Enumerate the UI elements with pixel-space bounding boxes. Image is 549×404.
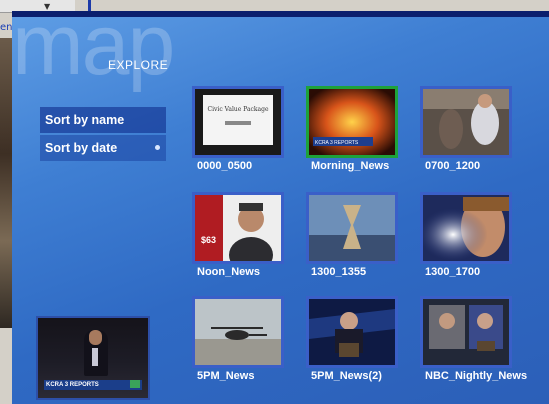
tile-label: NBC_Nightly_News	[425, 370, 528, 382]
tile-0700-1200[interactable]	[420, 86, 512, 158]
sort-by-date-button[interactable]: Sort by date	[40, 135, 166, 161]
thumbnail-president	[309, 299, 395, 365]
sort-by-name-label: Sort by name	[45, 113, 125, 127]
tile-0000-0500[interactable]: Civic Value Package	[192, 86, 284, 158]
preview-video[interactable]: KCRA 3 REPORTS	[36, 316, 150, 400]
background-word: map	[12, 0, 175, 93]
tile-noon-news[interactable]: $63	[192, 192, 284, 264]
tile-label: Morning_News	[311, 160, 390, 172]
channel-logo-icon	[130, 380, 140, 388]
tile-label: 5PM_News(2)	[311, 370, 382, 382]
explore-title: EXPLORE	[108, 58, 169, 72]
selected-dot-icon	[155, 145, 160, 150]
thumbnail-man-portrait: $63	[195, 195, 281, 261]
thumbnail-civic-value: Civic Value Package	[195, 89, 281, 155]
tile-5pm-news-2[interactable]	[306, 296, 398, 368]
tile-label: 0000_0500	[197, 160, 253, 172]
left-link[interactable]: en	[0, 22, 13, 33]
preview-caption: KCRA 3 REPORTS	[44, 380, 142, 390]
tile-1300-1700[interactable]	[420, 192, 512, 264]
tile-1300-1355[interactable]	[306, 192, 398, 264]
tile-label: 0700_1200	[425, 160, 481, 172]
tile-label: Noon_News	[197, 266, 260, 278]
preview-face	[89, 330, 102, 345]
sort-by-name-button[interactable]: Sort by name	[40, 107, 166, 133]
thumbnail-nightly	[423, 299, 509, 365]
thumb-text-civic: Civic Value Package	[208, 106, 269, 113]
tile-5pm-news[interactable]	[192, 296, 284, 368]
thumbnail-fire: KCRA 3 REPORTS	[309, 89, 395, 155]
sort-by-date-label: Sort by date	[45, 141, 118, 155]
tile-label: 1300_1355	[311, 266, 367, 278]
thumbnail-helicopter	[195, 299, 281, 365]
thumb-text-price: $63	[201, 235, 216, 245]
thumbnail-crowd	[423, 89, 509, 155]
preview-shirt	[92, 348, 98, 366]
tile-label: 5PM_News	[197, 370, 255, 382]
thumbnail-hourglass	[309, 195, 395, 261]
tile-label: 1300_1700	[425, 266, 481, 278]
thumb-text-kcra: KCRA 3 REPORTS	[315, 140, 359, 146]
thumbnail-woman-face	[423, 195, 509, 261]
tile-nbc-nightly-news[interactable]	[420, 296, 512, 368]
tile-morning-news[interactable]: KCRA 3 REPORTS	[306, 86, 398, 158]
